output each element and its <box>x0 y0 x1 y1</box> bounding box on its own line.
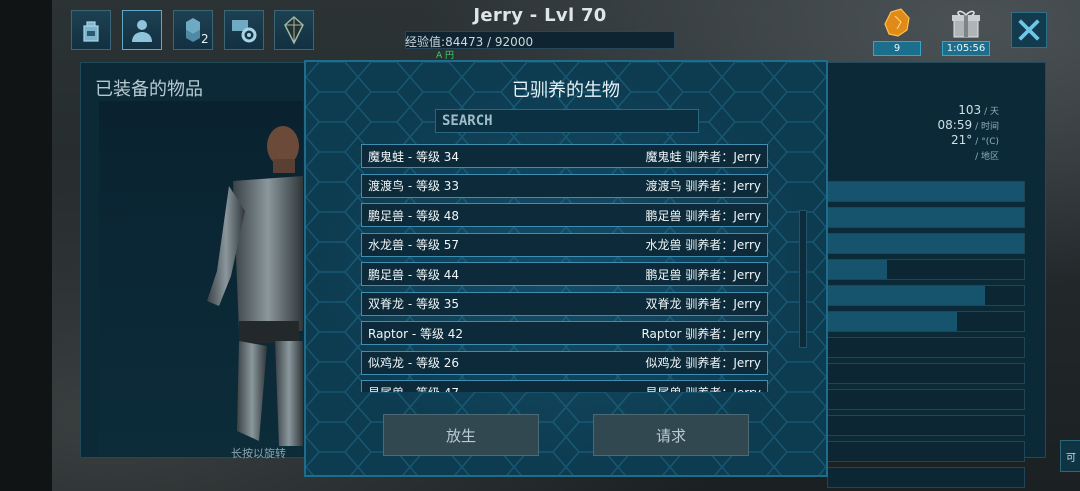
stat-bar-fill <box>828 234 1024 253</box>
stat-bar-fill <box>828 286 985 305</box>
stat-value: 103 <box>958 103 982 117</box>
creature-tamer: 双脊龙 驯养者：Jerry <box>645 297 762 311</box>
creature-tamer: 鹏足兽 驯养者：Jerry <box>645 267 762 282</box>
release-button[interactable]: 放生 <box>383 414 539 456</box>
creature-row[interactable]: 鹏足兽 - 等级 48 鹏足兽 驯养者：Jerry <box>361 203 768 227</box>
creature-row[interactable]: 渡渡鸟 - 等级 33 渡渡鸟 驯养者：Jerry <box>361 173 768 198</box>
side-tab[interactable]: 可 <box>1060 440 1080 472</box>
stat-bar <box>827 415 1025 436</box>
gift-box-icon <box>946 6 986 40</box>
creature-name-level: 水龙兽 - 等级 57 <box>368 238 460 252</box>
stat-line: 21° / °(C) <box>951 133 999 147</box>
stat-value: 21° <box>951 133 973 147</box>
creature-row[interactable]: 双脊龙 - 等级 35 双脊龙 驯养者：Jerry <box>361 291 768 316</box>
stat-bar <box>827 181 1025 202</box>
stat-bar-fill <box>828 182 1024 201</box>
equipped-items-panel: 已装备的物品 长按以旋转 <box>80 62 312 460</box>
stat-unit: / 时间 <box>975 122 999 132</box>
gift-reward[interactable]: 1:05:56 <box>942 6 990 56</box>
stats-panel: 103/ 天 08:59/ 时间 21° / °(C) / 地区 <box>826 62 1046 488</box>
creature-name-level: 鹏足兽 - 等级 44 <box>368 267 460 282</box>
equipped-items-title: 已装备的物品 <box>95 79 203 100</box>
stat-line: 08:59/ 时间 <box>938 118 1000 132</box>
amber-resource-icon <box>877 6 917 40</box>
stat-bar-fill <box>828 312 958 331</box>
creature-row[interactable]: Raptor - 等级 42 Raptor 驯养者：Jerry <box>361 321 768 345</box>
creature-row[interactable]: 鹏足兽 - 等级 44 鹏足兽 驯养者：Jerry <box>361 262 768 286</box>
creature-name-level: 魔鬼蛙 - 等级 34 <box>368 149 460 164</box>
stat-bar <box>827 259 1025 280</box>
creature-tamer: 魔鬼蛙 驯养者：Jerry <box>645 149 762 164</box>
tamed-creatures-dialog: 已驯养的生物 魔鬼蛙 - 等级 34 魔鬼蛙 驯养者：Jerry 渡渡鸟 - 等级 … <box>304 60 828 477</box>
stat-bar <box>827 389 1025 410</box>
stat-line: / 地区 <box>972 148 999 162</box>
creature-name-level: Raptor - 等级 42 <box>368 326 464 341</box>
creature-name-level: 鹏足兽 - 等级 48 <box>368 208 460 223</box>
close-button[interactable] <box>1011 12 1047 48</box>
creature-name-level: 双脊龙 - 等级 35 <box>368 297 460 311</box>
creature-name-level: 渡渡鸟 - 等级 33 <box>368 179 460 193</box>
stat-bar <box>827 467 1025 488</box>
creature-row[interactable]: 星尾兽 - 等级 47 星尾兽 驯养者：Jerry <box>361 380 768 392</box>
stat-bar <box>827 285 1025 306</box>
stat-unit: / 天 <box>984 107 999 117</box>
stat-bar <box>827 311 1025 332</box>
stat-value: 08:59 <box>937 118 973 132</box>
creature-tamer: 鹏足兽 驯养者：Jerry <box>645 208 762 223</box>
xp-readout: 经验值84473 / 92000 <box>405 33 533 50</box>
stat-unit: / 地区 <box>975 152 999 162</box>
rotate-hint: 长按以旋转 <box>231 447 286 460</box>
gift-timer: 1:05:56 <box>942 41 990 56</box>
creature-tamer: 水龙兽 驯养者：Jerry <box>645 238 762 252</box>
engram-points-count: 2 <box>201 32 209 46</box>
stat-bar-fill <box>828 260 887 279</box>
stat-bar <box>827 337 1025 358</box>
screen-edge <box>0 0 52 491</box>
creature-tamer: 似鸡龙 驯养者：Jerry <box>645 356 762 370</box>
dialog-title: 已驯养的生物 <box>512 80 620 101</box>
list-scrollbar[interactable] <box>799 210 807 348</box>
stat-line: 103/ 天 <box>958 103 999 117</box>
close-icon <box>1018 19 1040 41</box>
stat-bar <box>827 233 1025 254</box>
creature-row[interactable]: 似鸡龙 - 等级 26 似鸡龙 驯养者：Jerry <box>361 350 768 375</box>
stat-bar <box>827 363 1025 384</box>
armored-character-figure <box>207 126 303 446</box>
amber-resource[interactable]: 9 <box>873 6 921 56</box>
search-input[interactable] <box>435 109 699 133</box>
creature-name-level: 星尾兽 - 等级 47 <box>368 384 459 393</box>
stat-bar <box>827 441 1025 462</box>
creature-tamer: 渡渡鸟 驯养者：Jerry <box>645 179 762 193</box>
xp-label: 经验值 <box>405 35 445 49</box>
creature-row[interactable]: 魔鬼蛙 - 等级 34 魔鬼蛙 驯养者：Jerry <box>361 144 768 168</box>
stat-unit: / °(C) <box>975 137 999 147</box>
creature-name-level: 似鸡龙 - 等级 26 <box>368 356 460 370</box>
stat-bar <box>827 207 1025 228</box>
creature-row[interactable]: 水龙兽 - 等级 57 水龙兽 驯养者：Jerry <box>361 232 768 257</box>
xp-value: 84473 / 92000 <box>445 35 534 49</box>
creature-list[interactable]: 魔鬼蛙 - 等级 34 魔鬼蛙 驯养者：Jerry 渡渡鸟 - 等级 33 渡渡鸟 驯… <box>361 144 768 392</box>
stat-bar-fill <box>828 208 1024 227</box>
creature-tamer: Raptor 驯养者：Jerry <box>641 326 761 341</box>
amber-count: 9 <box>873 41 921 56</box>
request-button[interactable]: 请求 <box>593 414 749 456</box>
character-preview[interactable] <box>99 101 303 456</box>
creature-tamer: 星尾兽 驯养者：Jerry <box>646 384 762 393</box>
